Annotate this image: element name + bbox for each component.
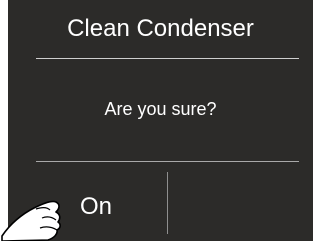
title-divider	[36, 58, 299, 59]
dialog-title: Clean Condenser	[67, 15, 254, 42]
buttons-divider	[36, 161, 299, 162]
finger-pointer-icon	[1, 200, 61, 241]
cancel-button[interactable]	[176, 172, 306, 241]
dialog-message: Are you sure?	[104, 99, 217, 119]
button-separator	[167, 172, 168, 234]
